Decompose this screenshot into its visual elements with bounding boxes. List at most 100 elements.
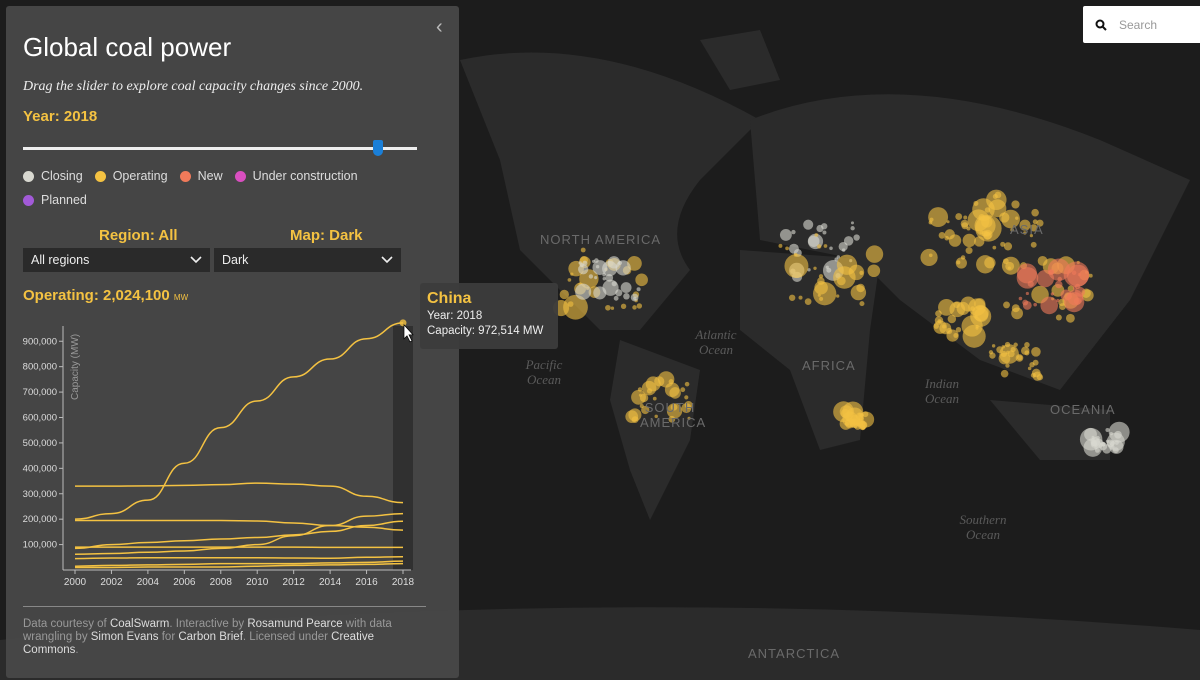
- plant-marker[interactable]: [865, 245, 884, 263]
- plant-marker[interactable]: [1084, 427, 1097, 441]
- plant-marker[interactable]: [684, 381, 690, 387]
- plant-marker[interactable]: [938, 232, 946, 239]
- plant-marker[interactable]: [836, 254, 858, 275]
- plant-marker[interactable]: [1011, 200, 1020, 209]
- plant-marker[interactable]: [965, 247, 973, 255]
- plant-marker[interactable]: [814, 233, 819, 237]
- plant-marker[interactable]: [955, 257, 967, 269]
- plant-marker[interactable]: [1025, 291, 1029, 296]
- plant-marker[interactable]: [1010, 346, 1016, 353]
- plant-marker[interactable]: [968, 298, 986, 316]
- plant-marker[interactable]: [850, 284, 867, 301]
- plant-marker[interactable]: [976, 255, 995, 274]
- plant-marker[interactable]: [645, 376, 661, 392]
- search-input[interactable]: [1119, 17, 1199, 32]
- plant-marker[interactable]: [620, 303, 627, 310]
- plant-marker[interactable]: [1011, 307, 1023, 320]
- plant-marker[interactable]: [779, 228, 792, 241]
- plant-marker[interactable]: [1040, 296, 1059, 315]
- link-coalswarm[interactable]: CoalSwarm: [110, 618, 169, 630]
- plant-marker[interactable]: [946, 220, 950, 224]
- plant-marker[interactable]: [680, 387, 686, 393]
- plant-marker[interactable]: [948, 234, 962, 247]
- plant-marker[interactable]: [989, 352, 996, 359]
- plant-marker[interactable]: [991, 344, 996, 348]
- link-simon-evans[interactable]: Simon Evans: [91, 631, 159, 643]
- plant-marker[interactable]: [632, 305, 637, 310]
- plant-marker[interactable]: [975, 324, 979, 329]
- year-slider[interactable]: [23, 140, 417, 156]
- plant-marker[interactable]: [1033, 302, 1038, 307]
- plant-marker[interactable]: [1055, 280, 1063, 289]
- plant-marker[interactable]: [594, 276, 598, 280]
- plant-marker[interactable]: [978, 214, 986, 221]
- plant-marker[interactable]: [635, 273, 648, 287]
- plant-marker[interactable]: [992, 245, 997, 250]
- plant-marker[interactable]: [788, 243, 799, 254]
- plant-marker[interactable]: [963, 215, 968, 220]
- plant-marker[interactable]: [1109, 440, 1115, 446]
- plant-marker[interactable]: [953, 333, 959, 338]
- plant-marker[interactable]: [623, 293, 630, 300]
- plant-marker[interactable]: [1030, 241, 1037, 248]
- plant-marker[interactable]: [962, 233, 976, 248]
- plant-marker[interactable]: [817, 244, 822, 249]
- plant-marker[interactable]: [928, 207, 949, 228]
- plant-marker[interactable]: [804, 298, 812, 305]
- plant-marker[interactable]: [605, 273, 614, 282]
- plant-marker[interactable]: [592, 260, 608, 275]
- plant-marker[interactable]: [605, 304, 611, 311]
- slider-thumb[interactable]: [372, 140, 383, 156]
- plant-marker[interactable]: [1060, 289, 1072, 301]
- plant-marker[interactable]: [578, 264, 589, 275]
- plant-marker[interactable]: [829, 246, 833, 251]
- plant-marker[interactable]: [935, 310, 942, 317]
- plant-marker[interactable]: [1016, 263, 1037, 284]
- plant-marker[interactable]: [955, 213, 963, 221]
- plant-marker[interactable]: [620, 282, 632, 294]
- plant-marker[interactable]: [668, 379, 674, 385]
- plant-marker[interactable]: [1108, 421, 1130, 443]
- plant-marker[interactable]: [636, 287, 641, 292]
- plant-marker[interactable]: [986, 189, 1007, 211]
- plant-marker[interactable]: [615, 260, 631, 276]
- plant-marker[interactable]: [1007, 266, 1011, 270]
- plant-marker[interactable]: [784, 253, 809, 278]
- plant-marker[interactable]: [1031, 347, 1041, 357]
- region-select[interactable]: All regions: [23, 248, 210, 272]
- plant-marker[interactable]: [859, 270, 864, 275]
- plant-marker[interactable]: [567, 278, 572, 282]
- plant-marker[interactable]: [1021, 346, 1030, 355]
- plant-marker[interactable]: [613, 295, 619, 301]
- plant-marker[interactable]: [580, 247, 586, 253]
- plant-marker[interactable]: [867, 264, 881, 278]
- search-box[interactable]: [1083, 6, 1200, 43]
- plant-marker[interactable]: [814, 280, 828, 295]
- plant-marker[interactable]: [1005, 363, 1010, 368]
- plant-marker[interactable]: [999, 212, 1010, 223]
- plant-marker[interactable]: [953, 301, 960, 309]
- plant-marker[interactable]: [791, 229, 796, 235]
- plant-marker[interactable]: [630, 293, 639, 302]
- plant-marker[interactable]: [860, 413, 864, 418]
- link-carbon-brief[interactable]: Carbon Brief: [178, 631, 243, 643]
- plant-marker[interactable]: [981, 230, 989, 237]
- plant-marker[interactable]: [570, 272, 574, 276]
- plant-marker[interactable]: [788, 294, 796, 301]
- plant-marker[interactable]: [823, 244, 828, 248]
- plant-marker[interactable]: [822, 230, 827, 235]
- plant-marker[interactable]: [798, 295, 803, 300]
- plant-marker[interactable]: [1050, 292, 1055, 296]
- plant-marker[interactable]: [850, 226, 855, 231]
- plant-marker[interactable]: [1031, 208, 1039, 217]
- capacity-line-chart[interactable]: 100,000 200,000 300,000 400,000 500,000 600,0…: [0, 310, 460, 600]
- plant-marker[interactable]: [1057, 276, 1063, 282]
- plant-marker[interactable]: [803, 219, 814, 230]
- plant-marker[interactable]: [1037, 255, 1048, 266]
- plant-marker[interactable]: [617, 260, 623, 266]
- plant-marker[interactable]: [966, 226, 971, 231]
- plant-marker[interactable]: [853, 234, 860, 241]
- map-style-select[interactable]: Dark: [214, 248, 401, 272]
- plant-marker[interactable]: [937, 319, 942, 324]
- plant-marker[interactable]: [1065, 313, 1075, 323]
